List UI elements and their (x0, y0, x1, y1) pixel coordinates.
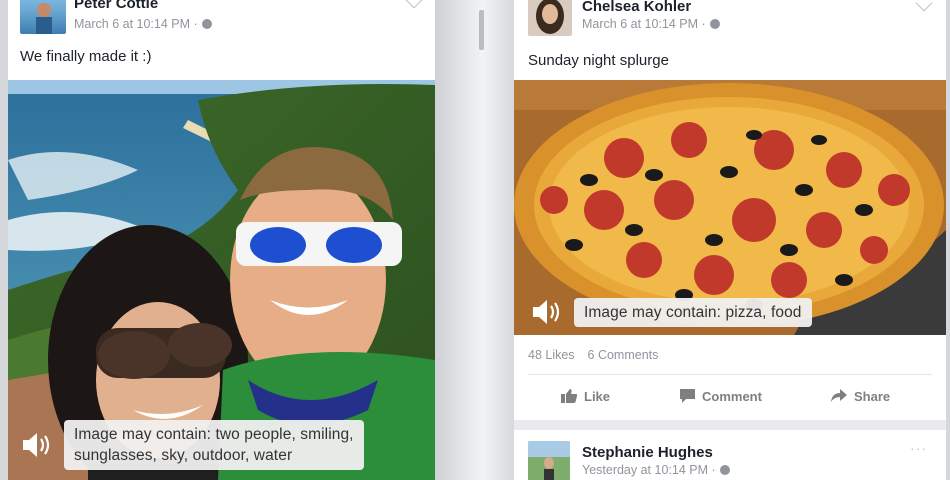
author-name[interactable]: Stephanie Hughes (582, 444, 713, 461)
divider (528, 374, 932, 375)
alt-text-bar: Image may contain: pizza, food (530, 297, 812, 327)
alt-text-bar: Image may contain: two people, smiling, … (20, 420, 364, 470)
avatar-figure (536, 0, 564, 34)
like-label: Like (584, 388, 611, 404)
timestamp-text: March 6 at 10:14 PM (74, 17, 191, 31)
avatar[interactable] (20, 0, 66, 34)
timestamp-text: March 6 at 10:14 PM (582, 17, 699, 31)
author-name[interactable]: Chelsea Kohler (582, 0, 691, 15)
post-text: We finally made it :) (20, 48, 152, 65)
avatar-figure (36, 3, 52, 34)
more-options-icon[interactable]: ··· (910, 440, 927, 456)
feed-separator (514, 420, 946, 430)
alt-text-box: Image may contain: two people, smiling, … (64, 420, 364, 470)
post-photo[interactable]: Image may contain: two people, smiling, … (8, 80, 435, 480)
chevron-down-icon[interactable] (405, 0, 423, 9)
comments-count[interactable]: 6 Comments (588, 348, 659, 362)
post-timestamp[interactable]: March 6 at 10:14 PM · (74, 17, 212, 31)
like-icon (561, 389, 578, 403)
avatar[interactable] (528, 0, 572, 36)
post-stats: 48 Likes 6 Comments (528, 348, 658, 362)
post-photo[interactable]: Image may contain: pizza, food (514, 80, 946, 335)
post-timestamp[interactable]: Yesterday at 10:14 PM · (582, 463, 730, 477)
author-name[interactable]: Peter Cottle (74, 0, 158, 12)
meta-separator: · (701, 17, 706, 31)
like-button[interactable]: Like (560, 388, 610, 404)
post-timestamp[interactable]: March 6 at 10:14 PM · (582, 17, 720, 31)
meta-separator: · (193, 17, 198, 31)
phone-bezel-left (0, 0, 8, 480)
globe-icon (709, 19, 720, 29)
speaker-icon[interactable] (530, 297, 564, 327)
timestamp-text: Yesterday at 10:14 PM (582, 463, 709, 477)
globe-icon (201, 19, 212, 29)
comment-icon (680, 389, 695, 403)
share-button[interactable]: Share (830, 388, 890, 404)
avatar-figure (528, 441, 570, 480)
likes-count[interactable]: 48 Likes (528, 348, 575, 362)
comment-button[interactable]: Comment (679, 388, 762, 404)
avatar[interactable] (528, 441, 570, 480)
meta-separator: · (711, 463, 716, 477)
chevron-down-icon[interactable] (915, 0, 933, 12)
phone-bezel-middle (435, 0, 514, 480)
comment-label: Comment (702, 388, 762, 404)
post-header: Peter Cottle March 6 at 10:14 PM · (8, 0, 435, 40)
alt-text-line1: Image may contain: two people, smiling, (74, 426, 354, 443)
phone-side-button (479, 10, 484, 50)
post-header: Chelsea Kohler March 6 at 10:14 PM · (514, 0, 946, 40)
share-icon (831, 389, 847, 402)
left-phone-screen: Peter Cottle March 6 at 10:14 PM · We fi… (8, 0, 435, 480)
alt-text-box: Image may contain: pizza, food (574, 297, 812, 327)
right-phone-screen: Chelsea Kohler March 6 at 10:14 PM · Sun… (514, 0, 946, 480)
alt-text-line2: sunglasses, sky, outdoor, water (74, 447, 293, 464)
share-label: Share (854, 388, 891, 404)
post-text: Sunday night splurge (528, 52, 669, 69)
globe-icon (719, 465, 730, 475)
speaker-icon[interactable] (20, 430, 54, 460)
phone-bezel-right (946, 0, 950, 480)
